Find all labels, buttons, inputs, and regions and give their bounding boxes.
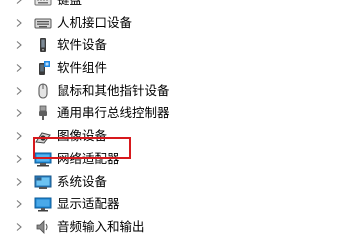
hid-icon — [34, 18, 52, 29]
system-device-icon — [34, 175, 52, 189]
tree-item-keyboard[interactable]: 键盘 — [0, 0, 353, 12]
tree-item-mouse[interactable]: 鼠标和其他指针设备 — [0, 80, 353, 103]
chevron-right-icon[interactable] — [16, 109, 22, 118]
mouse-icon — [38, 83, 48, 99]
tree-item-label: 系统设备 — [57, 173, 108, 189]
chevron-right-icon[interactable] — [16, 132, 22, 141]
tree-item-system-device[interactable]: 系统设备 — [0, 171, 353, 194]
software-component-icon — [39, 61, 50, 76]
chevron-right-icon[interactable] — [16, 154, 22, 163]
chevron-right-icon[interactable] — [16, 177, 22, 186]
tree-item-audio[interactable]: 音频输入和输出 — [0, 216, 353, 239]
chevron-right-icon[interactable] — [16, 200, 22, 209]
tree-item-software-component[interactable]: 软件组件 — [0, 57, 353, 80]
tree-item-hid[interactable]: 人机接口设备 — [0, 12, 353, 35]
chevron-right-icon[interactable] — [16, 18, 22, 27]
chevron-right-icon[interactable] — [16, 0, 22, 4]
tree-item-label: 音频输入和输出 — [57, 218, 145, 234]
tree-item-display-adapter[interactable]: 显示适配器 — [0, 193, 353, 216]
chevron-right-icon[interactable] — [16, 64, 22, 72]
tree-item-software-device[interactable]: 软件设备 — [0, 34, 353, 57]
device-tree: 键盘 人机接口设备 软件设备 软件组件 — [0, 0, 353, 239]
chevron-right-icon[interactable] — [16, 222, 22, 231]
chevron-right-icon[interactable] — [16, 41, 22, 50]
tree-item-label: 鼠标和其他指针设备 — [57, 82, 170, 98]
highlight-box — [33, 137, 131, 159]
audio-icon — [36, 219, 48, 234]
keyboard-icon — [34, 0, 52, 6]
tree-item-label: 通用串行总线控制器 — [57, 105, 170, 121]
software-device-icon — [40, 38, 46, 53]
tree-item-label: 键盘 — [57, 0, 82, 8]
display-adapter-icon — [34, 197, 52, 212]
tree-item-label: 软件组件 — [57, 60, 108, 76]
tree-item-label: 人机接口设备 — [57, 14, 133, 30]
tree-item-label: 软件设备 — [57, 37, 108, 53]
tree-item-label: 显示适配器 — [57, 196, 120, 212]
chevron-right-icon[interactable] — [16, 86, 22, 95]
tree-item-usb[interactable]: 通用串行总线控制器 — [0, 102, 353, 125]
usb-icon — [39, 106, 47, 121]
